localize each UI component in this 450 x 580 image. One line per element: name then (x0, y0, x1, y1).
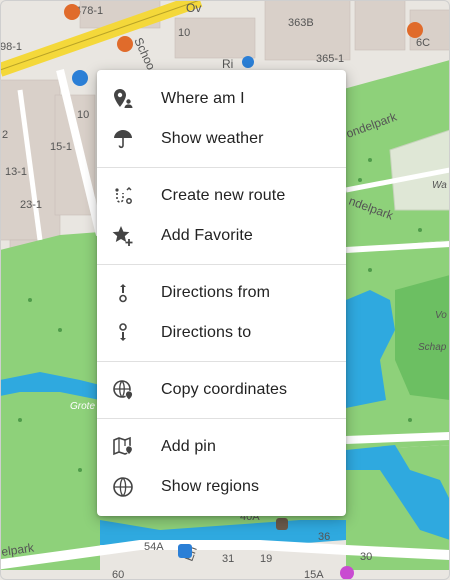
house-number: 98-1 (0, 41, 22, 53)
menu-item-show-weather[interactable]: Show weather (97, 119, 346, 159)
house-number: 15-1 (50, 141, 72, 153)
menu-item-add-pin[interactable]: Add pin (97, 427, 346, 467)
globe-pin-icon (113, 380, 133, 401)
house-number: 13-1 (5, 166, 27, 178)
person-pin-icon (114, 89, 133, 108)
map-pin-icon (113, 436, 133, 456)
menu-divider (97, 167, 346, 168)
street-label: Ov (186, 1, 201, 15)
context-menu: Where am I Show weather Create new route… (97, 70, 346, 516)
house-number: 363B (288, 17, 314, 29)
menu-item-label: Directions from (161, 284, 271, 301)
house-number: 10 (77, 109, 89, 121)
route-icon (115, 186, 132, 204)
menu-item-label: Show regions (161, 478, 260, 495)
menu-item-copy-coordinates[interactable]: Copy coordinates (97, 370, 346, 410)
globe-icon (113, 477, 133, 497)
menu-item-label: Show weather (161, 130, 264, 147)
place-label: Wa (432, 180, 447, 191)
directions-from-icon (119, 284, 127, 303)
menu-item-directions-to[interactable]: Directions to (97, 313, 346, 353)
menu-item-label: Add Favorite (161, 227, 253, 244)
menu-item-show-regions[interactable]: Show regions (97, 467, 346, 507)
menu-divider (97, 361, 346, 362)
menu-item-add-favorite[interactable]: Add Favorite (97, 216, 346, 256)
house-number: 2 (2, 129, 8, 141)
house-number: 54A (144, 541, 164, 553)
house-number: 31 (222, 553, 234, 565)
menu-item-label: Directions to (161, 324, 252, 341)
menu-item-label: Where am I (161, 90, 245, 107)
umbrella-icon (114, 130, 132, 149)
place-label: Vo (435, 310, 447, 321)
menu-item-create-new-route[interactable]: Create new route (97, 176, 346, 216)
house-number: 36 (318, 531, 330, 543)
house-number: 6C (416, 37, 430, 49)
house-number: 30 (360, 551, 372, 563)
street-label: Ri (222, 57, 233, 71)
water-label: Grote (70, 401, 95, 412)
directions-to-icon (119, 323, 127, 341)
menu-item-directions-from[interactable]: Directions from (97, 273, 346, 313)
house-number: 10 (178, 27, 190, 39)
menu-item-label: Create new route (161, 187, 286, 204)
menu-item-label: Add pin (161, 438, 216, 455)
menu-item-label: Copy coordinates (161, 381, 288, 398)
house-number: 23-1 (20, 199, 42, 211)
place-label: Schap (418, 342, 447, 353)
house-number: 60 (112, 569, 124, 580)
menu-divider (97, 418, 346, 419)
house-number: 19 (260, 553, 272, 565)
star-plus-icon (112, 226, 133, 246)
house-number: 365-1 (316, 53, 344, 65)
house-number: 15A (304, 569, 324, 580)
menu-divider (97, 264, 346, 265)
menu-item-where-am-i[interactable]: Where am I (97, 79, 346, 119)
